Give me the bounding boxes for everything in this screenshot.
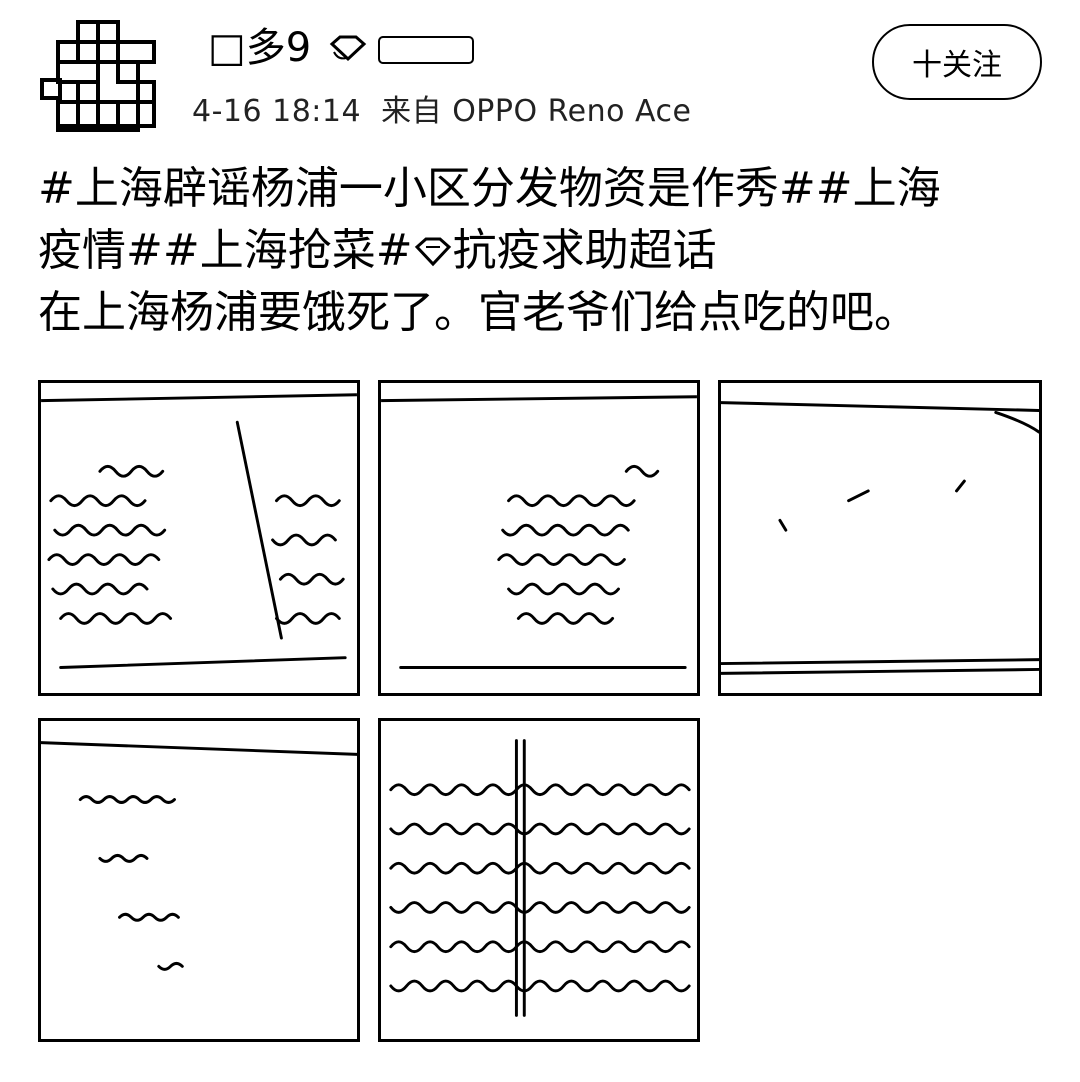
follow-button[interactable]: 十关注 xyxy=(872,24,1042,100)
avatar[interactable] xyxy=(38,18,160,134)
timestamp: 4-16 18:14 xyxy=(192,94,362,129)
level-badge-icon xyxy=(378,36,474,64)
post-line-2[interactable]: 疫情##上海抢菜# 抗疫求助超话 xyxy=(38,220,1048,282)
diamond-icon xyxy=(328,34,368,62)
bag-icon xyxy=(41,741,357,971)
photo-2[interactable] xyxy=(378,380,700,696)
photo-4[interactable] xyxy=(38,718,360,1042)
post-meta: 4-16 18:14 来自 OPPO Reno Ace xyxy=(192,92,691,132)
super-topic-icon xyxy=(413,223,453,267)
photo-3[interactable] xyxy=(718,380,1042,696)
photo-5[interactable] xyxy=(378,718,700,1042)
food-bag-icon xyxy=(381,395,697,669)
photo-1[interactable] xyxy=(38,380,360,696)
super-topic-link[interactable]: 抗疫求助超话 xyxy=(453,225,717,276)
food-bag-icon xyxy=(41,393,357,669)
post-body: #上海辟谣杨浦一小区分发物资是作秀##上海 疫情##上海抢菜# 抗疫求助超话 在上… xyxy=(38,158,1048,344)
username[interactable]: □多9 xyxy=(208,24,311,72)
food-bag-icon xyxy=(389,739,691,1017)
empty-bag-icon xyxy=(721,401,1039,675)
hashtags[interactable]: 疫情##上海抢菜# xyxy=(38,225,413,276)
post-line-1[interactable]: #上海辟谣杨浦一小区分发物资是作秀##上海 xyxy=(38,158,1048,220)
source-device: 来自 OPPO Reno Ace xyxy=(381,94,692,129)
post-line-3: 在上海杨浦要饿死了。官老爷们给点吃的吧。 xyxy=(38,287,918,338)
